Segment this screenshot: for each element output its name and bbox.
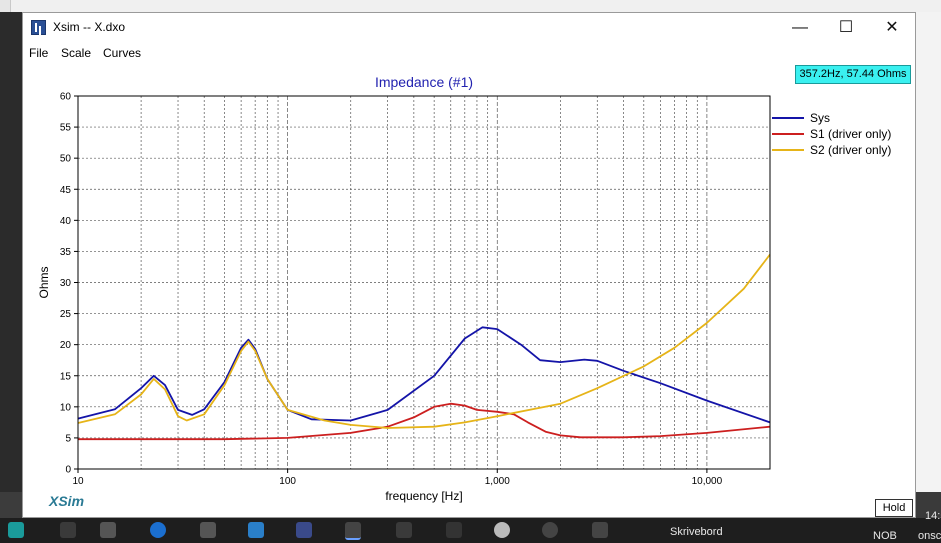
y-tick-label: 45 bbox=[60, 185, 72, 196]
browser-icon[interactable] bbox=[150, 522, 166, 538]
app-icon-10[interactable] bbox=[446, 522, 462, 538]
y-axis-label: Ohms bbox=[37, 266, 51, 298]
taskbar-time: 14:5 bbox=[925, 510, 941, 522]
y-tick-label: 0 bbox=[65, 465, 71, 476]
desktop-background-right bbox=[916, 12, 941, 492]
app-icon-11[interactable] bbox=[494, 522, 510, 538]
app-icon-5[interactable] bbox=[200, 522, 216, 538]
app-icon-12[interactable] bbox=[542, 522, 558, 538]
y-tick-label: 5 bbox=[65, 433, 71, 444]
app-icon-7[interactable] bbox=[296, 522, 312, 538]
app-icon-9[interactable] bbox=[396, 522, 412, 538]
x-axis-label: frequency [Hz] bbox=[385, 489, 462, 503]
series-line-s2 bbox=[77, 253, 771, 429]
y-tick-label: 25 bbox=[60, 309, 72, 320]
y-tick-label: 50 bbox=[60, 154, 72, 165]
x-tick-label: 100 bbox=[279, 476, 296, 487]
legend-label-s1: S1 (driver only) bbox=[810, 127, 891, 141]
hold-button[interactable]: Hold bbox=[875, 499, 913, 517]
app-icon-1[interactable] bbox=[8, 522, 24, 538]
legend-label-sys: Sys bbox=[810, 111, 830, 125]
x-tick-label: 10,000 bbox=[692, 476, 723, 487]
app-icon-6[interactable] bbox=[248, 522, 264, 538]
y-tick-label: 20 bbox=[60, 340, 72, 351]
y-tick-label: 35 bbox=[60, 247, 72, 258]
xsim-window: Xsim -- X.dxo — ☐ ✕ File Scale Curves 35… bbox=[22, 12, 916, 518]
series-line-s1 bbox=[78, 402, 771, 441]
y-tick-label: 15 bbox=[60, 371, 72, 382]
x-tick-label: 1,000 bbox=[485, 476, 510, 487]
y-tick-label: 10 bbox=[60, 402, 72, 413]
series-line-sys bbox=[77, 326, 771, 424]
app-icon-3[interactable] bbox=[100, 522, 116, 538]
chart-title: Impedance (#1) bbox=[375, 74, 473, 90]
x-tick-label: 10 bbox=[72, 476, 84, 487]
background-window-edge bbox=[0, 0, 11, 12]
taskbar: Skrivebord NOB onsc 14:5 bbox=[0, 510, 941, 543]
desktop-background bbox=[0, 0, 941, 12]
y-tick-label: 40 bbox=[60, 216, 72, 227]
app-icon-13[interactable] bbox=[592, 522, 608, 538]
xsim-logo: XSim bbox=[49, 493, 85, 509]
desktop-strip-left bbox=[0, 492, 22, 518]
taskbar-language[interactable]: NOB bbox=[873, 530, 897, 542]
y-tick-label: 30 bbox=[60, 278, 72, 289]
taskbar-desktop-label[interactable]: Skrivebord bbox=[670, 526, 723, 538]
xsim-taskbar-icon[interactable] bbox=[345, 522, 361, 540]
app-icon-2[interactable] bbox=[60, 522, 76, 538]
y-tick-label: 60 bbox=[60, 92, 72, 103]
taskbar-date: onsc bbox=[918, 530, 941, 542]
impedance-chart[interactable]: Impedance (#1) 0 5 10 15 20 25 30 35 40 45 50 55 60 10… bbox=[23, 13, 915, 517]
y-tick-label: 55 bbox=[60, 123, 72, 134]
legend-label-s2: S2 (driver only) bbox=[810, 143, 891, 157]
